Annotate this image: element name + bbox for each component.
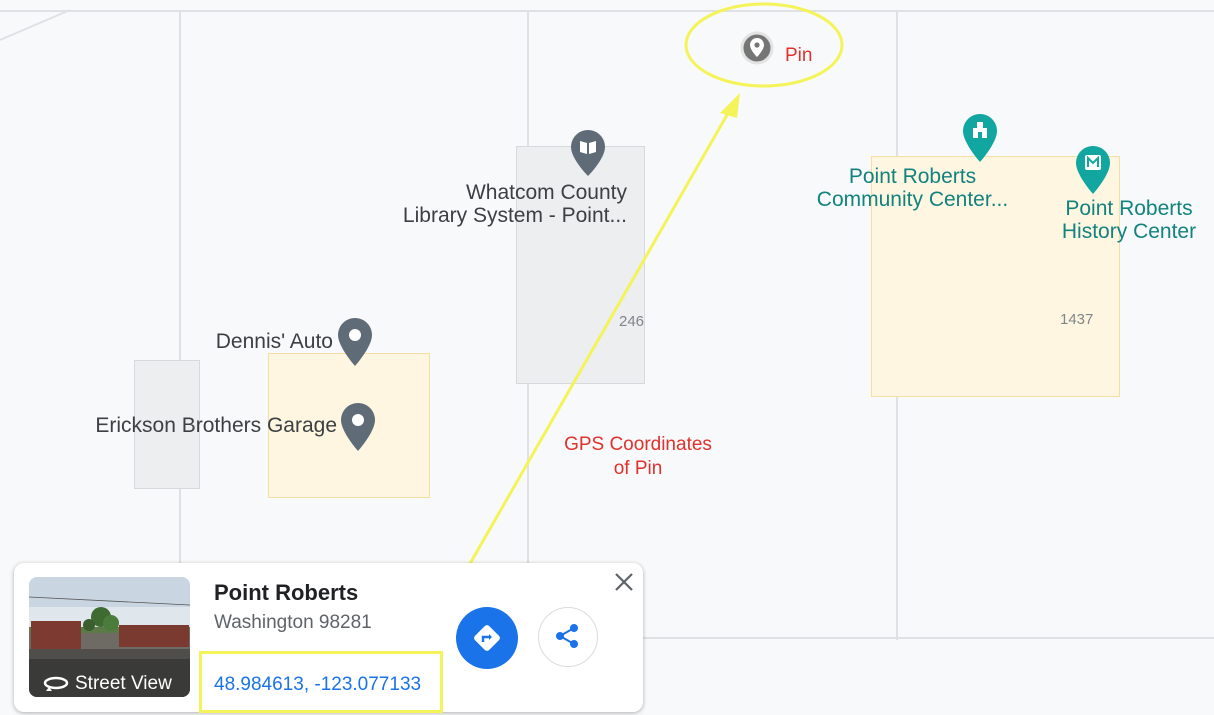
share-icon [556,624,578,648]
share-button[interactable] [538,607,598,667]
directions-button[interactable] [456,607,518,669]
gps-annotation: GPS Coordinates of Pin [540,433,736,481]
gps-annotation-line1: GPS Coordinates [564,434,712,455]
street-view-thumbnail[interactable]: Street View [29,577,190,697]
close-icon[interactable] [611,569,637,595]
gps-annotation-line2: of Pin [613,458,663,479]
pin-highlight-circle [684,2,844,88]
street-view-rotate-icon [43,676,69,691]
place-address: Washington 98281 [214,612,372,633]
place-title: Point Roberts [214,580,359,605]
coordinates-highlight-box [199,651,443,713]
street-view-button[interactable]: Street View [43,673,172,695]
directions-icon [474,625,500,651]
annotation-arrow-head [720,93,740,118]
street-view-label: Street View [75,673,172,694]
